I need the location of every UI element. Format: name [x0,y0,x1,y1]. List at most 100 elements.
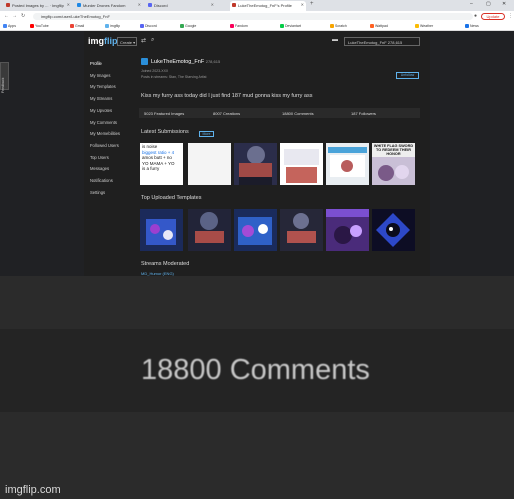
meme-thumbnail[interactable] [188,143,231,185]
minimize-button[interactable]: – [470,1,473,7]
tab-murder-drones[interactable]: Murder Drones Fandom ✕ [75,1,143,11]
gmail-icon [70,24,74,28]
sidebar-item-my-streams[interactable]: My Streams [90,96,112,101]
wattpad-icon [370,24,374,28]
address-bar: ← → ↻ imgflip.com/user/LukeTheEmotog_FnF… [0,11,514,22]
bookmark-fandom[interactable]: Fandom [230,24,248,28]
template-thumbnail[interactable] [140,209,183,251]
imgflip-favicon-icon [232,3,236,7]
sidebar-item-my-images[interactable]: My Images [90,73,110,78]
new-tab-button[interactable]: + [310,1,314,7]
sidebar-item-my-templates[interactable]: My Templates [90,84,116,89]
google-icon [180,24,184,28]
feedback-tab[interactable]: Feedback [0,62,9,93]
meme-thumbnail[interactable]: is noise biggest ratio + 4 amos butt + n… [140,143,183,185]
sidebar-item-top-users[interactable]: Top Users [90,155,109,160]
meme-thumbnail[interactable] [280,143,323,185]
tab-profile[interactable]: LukeTheEmotog_FnF's Profile ✕ [230,1,306,11]
template-thumbnail[interactable] [234,209,277,251]
close-icon[interactable]: ✕ [211,2,214,7]
bookmark-wattpad[interactable]: Wattpad [370,24,388,28]
tab-discord[interactable]: Discord ✕ [146,1,216,11]
template-thumbnail[interactable] [188,209,231,251]
stat-featured[interactable]: 5023 Featured Images [144,111,184,116]
bookmark-news[interactable]: News [465,24,479,28]
latest-submissions-title: Latest Submissions [141,129,189,135]
discord-favicon-icon [148,3,152,7]
sidebar-item-followed-users[interactable]: Followed Users [90,143,119,148]
reload-icon[interactable]: ↻ [21,13,25,19]
meme-thumbnail[interactable]: WHITE FLAG SWORD TO REDEEM THEIR HONOR [372,143,415,185]
back-icon[interactable]: ← [4,13,9,19]
maximize-button[interactable]: ▢ [486,1,491,7]
sidebar-item-my-upvotes[interactable]: My Upvotes [90,108,112,113]
profile-sidebar: Profile My Images My Templates My Stream… [84,51,136,276]
avatar [141,58,148,65]
meme-text: is noise biggest ratio + 4 amos butt + n… [142,144,175,171]
sidebar-item-settings[interactable]: Settings [90,190,105,195]
bookmarks-bar: Apps YouTube Gmail imgflip Discord Googl… [0,22,514,31]
close-icon[interactable]: ✕ [138,2,141,7]
close-window-button[interactable]: ✕ [502,1,506,7]
bookmark-discord[interactable]: Discord [140,24,157,28]
update-button[interactable]: Update [481,13,505,20]
profile-icon[interactable]: ● [474,13,477,19]
meme-thumbnail[interactable] [234,143,277,185]
user-menu-button[interactable]: LukeTheEmotog_FnF 278,615 [344,37,420,46]
tab-bar: Posted Images by ... · Imgflip ✕ Murder … [0,0,514,11]
bookmark-scratch[interactable]: Scratch [330,24,347,28]
template-thumbnail[interactable] [280,209,323,251]
discord-icon [140,24,144,28]
deviantart-icon [280,24,284,28]
imgflip-icon [105,24,109,28]
browser-screenshot: Posted Images by ... · Imgflip ✕ Murder … [0,0,514,276]
close-icon[interactable]: ✕ [301,2,304,7]
sidebar-item-my-memebilities[interactable]: My Memebilities [90,131,120,136]
fandom-icon [230,24,234,28]
imgflip-favicon-icon [6,3,10,7]
tab-posted-images[interactable]: Posted Images by ... · Imgflip ✕ [4,1,72,11]
menu-icon[interactable]: ⋮ [508,13,513,19]
sidebar-item-messages[interactable]: Messages [90,166,109,171]
create-button[interactable]: Create ▾ [117,37,137,46]
imgflip-watermark: imgflip.com [5,484,61,496]
imgflip-logo[interactable]: imgflip [88,36,118,46]
notifications-icon[interactable]: ▬ [332,37,338,43]
top-templates-title: Top Uploaded Templates [141,195,202,201]
bookmark-deviantart[interactable]: Deviantart [280,24,301,28]
follow-button[interactable]: Unfollow [396,72,419,79]
scratch-icon [330,24,334,28]
fandom-favicon-icon [77,3,81,7]
site-header: imgflip Create ▾ ⇄ ⌕ ▬ LukeTheEmotog_FnF… [84,31,430,51]
stat-creations[interactable]: 8007 Creations [213,111,240,116]
template-thumbnail[interactable] [326,209,369,251]
bookmark-weather[interactable]: Weather [415,24,433,28]
zoomed-comments-caption: 18800 Comments [141,354,370,386]
bookmark-apps[interactable]: Apps [3,24,16,28]
weather-icon [415,24,419,28]
meme-thumbnail[interactable] [326,143,369,185]
bookmark-imgflip[interactable]: imgflip [105,24,120,28]
joined-date: Joined 2023-XXX [141,69,169,73]
url-input[interactable]: imgflip.com/user/LukeTheEmotog_FnF [33,13,473,20]
news-icon [465,24,469,28]
profile-username: LukeTheEmotog_FnF 278,615 [151,59,221,65]
sidebar-item-notifications[interactable]: Notifications [90,178,113,183]
bookmark-youtube[interactable]: YouTube [30,24,49,28]
sidebar-item-profile[interactable]: Profile [90,61,102,66]
profile-stats: 5023 Featured Images 8007 Creations 1880… [139,108,420,118]
template-thumbnail[interactable] [372,209,415,251]
stat-comments[interactable]: 18800 Comments [282,111,314,116]
profile-streams: Posts in streams: Stan, The Starving Art… [141,75,207,79]
stat-followers[interactable]: 187 Followers [351,111,376,116]
close-icon[interactable]: ✕ [67,2,70,7]
sidebar-item-my-comments[interactable]: My Comments [90,120,117,125]
shuffle-icon[interactable]: ⇄ [141,37,146,44]
profile-bio: Kiss my furry ass today did I just find … [141,93,313,99]
forward-icon[interactable]: → [12,13,17,19]
stream-link[interactable]: MD_Humor (ENG) [141,271,174,276]
more-button[interactable]: More [199,131,214,137]
bookmark-google[interactable]: Google [180,24,196,28]
bookmark-gmail[interactable]: Gmail [70,24,84,28]
search-icon[interactable]: ⌕ [151,37,154,44]
